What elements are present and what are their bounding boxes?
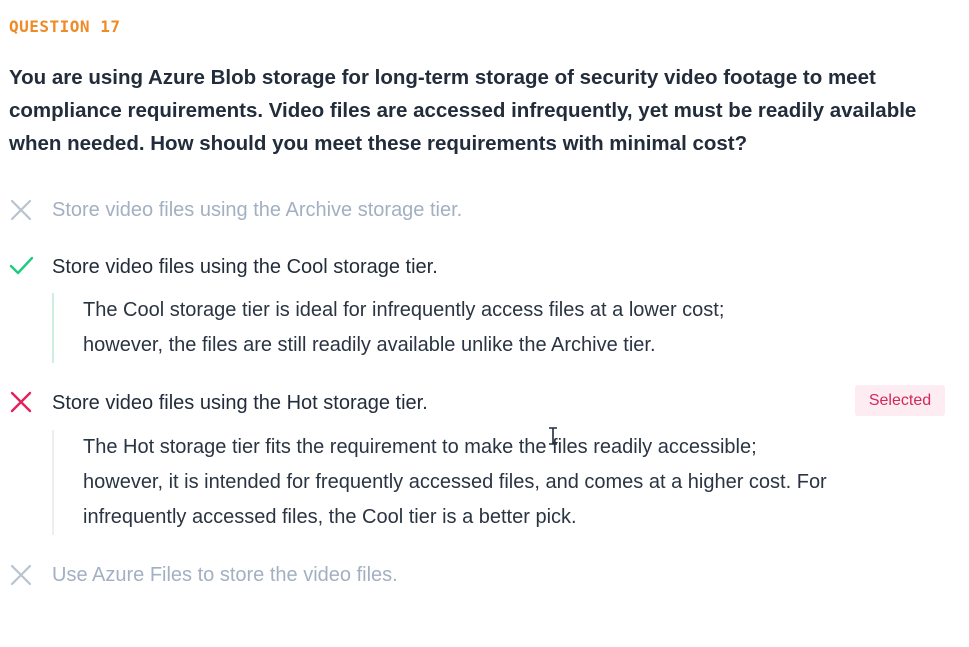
answer-explanation: The Hot storage tier fits the requiremen… bbox=[52, 430, 828, 535]
selected-badge: Selected bbox=[855, 385, 945, 416]
question-text: You are using Azure Blob storage for lon… bbox=[9, 66, 917, 155]
answer-text: Store video files using the Archive stor… bbox=[52, 199, 463, 221]
question-number: QUESTION 17 bbox=[9, 17, 121, 36]
answer-explanation: The Cool storage tier is ideal for infre… bbox=[52, 293, 788, 363]
answer-option-azure-files[interactable]: Use Azure Files to store the video files… bbox=[0, 560, 969, 590]
answer-option-archive[interactable]: Store video files using the Archive stor… bbox=[0, 195, 969, 225]
answer-option-cool[interactable]: Store video files using the Cool storage… bbox=[0, 252, 969, 282]
answer-text: Store video files using the Hot storage … bbox=[52, 392, 428, 414]
check-icon bbox=[9, 254, 33, 278]
answer-option-hot[interactable]: Store video files using the Hot storage … bbox=[0, 388, 969, 418]
answer-text: Store video files using the Cool storage… bbox=[52, 256, 438, 278]
answer-text: Use Azure Files to store the video files… bbox=[52, 564, 398, 586]
x-icon bbox=[9, 390, 33, 414]
text-cursor-icon bbox=[547, 427, 559, 445]
x-icon bbox=[9, 198, 33, 222]
x-icon bbox=[9, 563, 33, 587]
question-page: QUESTION 17 You are using Azure Blob sto… bbox=[0, 0, 969, 647]
